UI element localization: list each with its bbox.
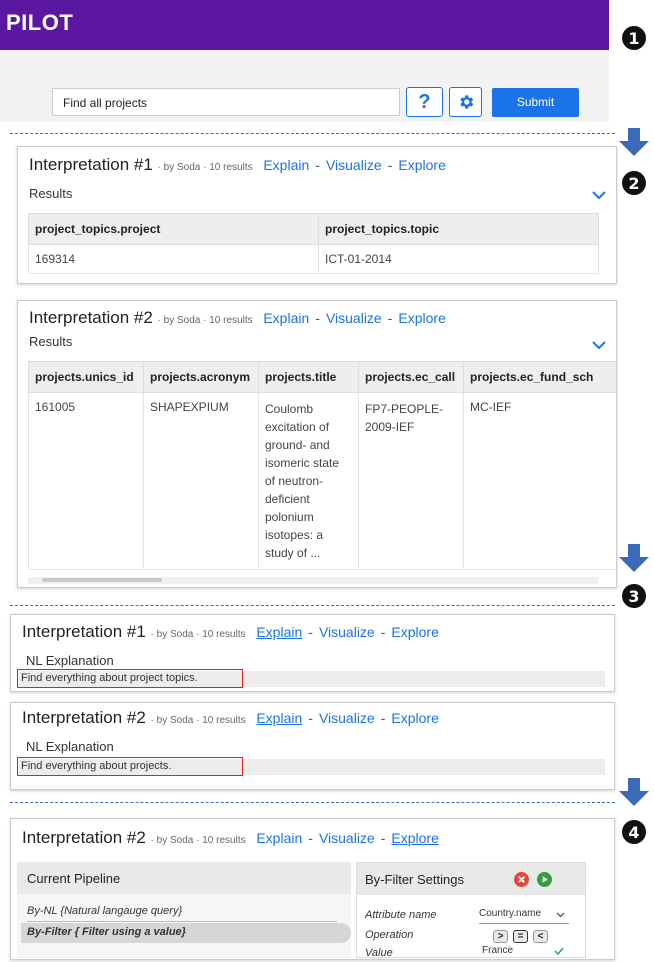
author-label: by Soda bbox=[156, 715, 194, 726]
result-count: 10 results bbox=[202, 835, 246, 846]
chevron-down-icon[interactable] bbox=[592, 341, 606, 350]
explain-link[interactable]: Explain bbox=[263, 310, 309, 326]
pipeline-title: Current Pipeline bbox=[27, 871, 121, 886]
operator-equal-button[interactable]: = bbox=[513, 930, 528, 943]
submit-button[interactable]: Submit bbox=[492, 88, 579, 117]
run-icon[interactable] bbox=[537, 872, 552, 887]
results-label: Results bbox=[29, 186, 73, 201]
help-button[interactable]: ? bbox=[406, 87, 443, 117]
table-row: 169314 ICT-01-2014 bbox=[28, 244, 599, 274]
attribute-name-label: Attribute name bbox=[365, 909, 437, 921]
results-label: Results bbox=[29, 334, 73, 349]
settings-button[interactable] bbox=[449, 87, 482, 117]
author-label: by Soda bbox=[156, 835, 194, 846]
visualize-link[interactable]: Visualize bbox=[326, 310, 382, 326]
app-header: PILOT bbox=[0, 0, 609, 50]
interpretation-card-2: Interpretation #2 · by Soda · 10 results… bbox=[17, 300, 617, 588]
step-badge-2: 2 bbox=[622, 171, 646, 195]
explore-link[interactable]: Explore bbox=[391, 830, 438, 846]
interpretation-title: Interpretation #1 bbox=[22, 622, 146, 641]
current-pipeline-panel: Current Pipeline By-NL {Natural langauge… bbox=[17, 862, 351, 958]
visualize-link[interactable]: Visualize bbox=[319, 830, 375, 846]
explain-link[interactable]: Explain bbox=[256, 830, 302, 846]
table-cell: Coulomb excitation of ground- and isomer… bbox=[258, 392, 359, 570]
pipeline-step-filter[interactable]: By-Filter { Filter using a value} bbox=[27, 926, 186, 938]
column-header[interactable]: projects.title bbox=[258, 361, 359, 393]
step-badge-3: 3 bbox=[622, 584, 646, 608]
explanation-card-2: Interpretation #2 · by Soda · 10 results… bbox=[10, 702, 615, 790]
results-table: projects.unics_id projects.acronym proje… bbox=[28, 361, 616, 570]
explain-link[interactable]: Explain bbox=[256, 624, 302, 640]
operator-greater-button[interactable]: > bbox=[493, 930, 508, 943]
interpretation-title: Interpretation #2 bbox=[22, 828, 146, 847]
section-divider bbox=[10, 133, 615, 134]
scrollbar-thumb[interactable] bbox=[42, 578, 162, 582]
arrow-down-icon bbox=[619, 778, 649, 806]
operation-label: Operation bbox=[365, 929, 414, 941]
table-cell: SHAPEXPIUM bbox=[143, 392, 259, 570]
explore-link[interactable]: Explore bbox=[391, 710, 438, 726]
check-icon bbox=[554, 947, 564, 955]
author-label: by Soda bbox=[163, 315, 201, 326]
section-divider bbox=[10, 605, 615, 606]
interpretation-card-1: Interpretation #1 · by Soda · 10 results… bbox=[17, 146, 617, 284]
table-cell: ICT-01-2014 bbox=[318, 244, 599, 274]
nl-explanation-label: NL Explanation bbox=[26, 653, 114, 668]
column-header[interactable]: project_topics.project bbox=[28, 213, 319, 245]
explore-link[interactable]: Explore bbox=[398, 157, 445, 173]
explain-link[interactable]: Explain bbox=[263, 157, 309, 173]
table-row: 161005 SHAPEXPIUM Coulomb excitation of … bbox=[28, 392, 616, 570]
author-label: by Soda bbox=[163, 162, 201, 173]
chevron-down-icon[interactable] bbox=[592, 191, 606, 200]
app-logo: PILOT bbox=[6, 10, 74, 35]
nl-explanation-text: Find everything about projects. bbox=[17, 757, 243, 776]
interpretation-title: Interpretation #1 bbox=[29, 155, 153, 174]
horizontal-scrollbar[interactable] bbox=[28, 577, 598, 584]
section-divider bbox=[10, 802, 615, 803]
close-icon[interactable] bbox=[514, 872, 529, 887]
result-count: 10 results bbox=[209, 162, 253, 173]
column-header[interactable]: projects.ec_fund_sch bbox=[463, 361, 616, 393]
table-cell: 161005 bbox=[28, 392, 144, 570]
column-header[interactable]: project_topics.topic bbox=[318, 213, 599, 245]
visualize-link[interactable]: Visualize bbox=[319, 624, 375, 640]
value-input[interactable]: France bbox=[482, 945, 513, 956]
visualize-link[interactable]: Visualize bbox=[319, 710, 375, 726]
explain-link[interactable]: Explain bbox=[256, 710, 302, 726]
explore-link[interactable]: Explore bbox=[398, 310, 445, 326]
step-badge-4: 4 bbox=[622, 820, 646, 844]
author-label: by Soda bbox=[156, 629, 194, 640]
explanation-card-1: Interpretation #1 · by Soda · 10 results… bbox=[10, 614, 615, 692]
column-header[interactable]: projects.acronym bbox=[143, 361, 259, 393]
arrow-down-icon bbox=[619, 544, 649, 572]
table-cell: FP7-PEOPLE-2009-IEF bbox=[358, 392, 464, 570]
table-cell: 169314 bbox=[28, 244, 319, 274]
attribute-name-select[interactable]: Country.name bbox=[479, 908, 541, 919]
chevron-down-icon[interactable] bbox=[556, 912, 565, 918]
nl-explanation-label: NL Explanation bbox=[26, 739, 114, 754]
step-badge-1: 1 bbox=[622, 26, 646, 50]
arrow-down-icon bbox=[619, 128, 649, 156]
search-input[interactable]: Find all projects bbox=[52, 88, 400, 116]
table-cell: MC-IEF bbox=[463, 392, 616, 570]
visualize-link[interactable]: Visualize bbox=[326, 157, 382, 173]
pipeline-step-nl[interactable]: By-NL {Natural langauge query} bbox=[27, 905, 182, 917]
column-header[interactable]: projects.ec_call bbox=[358, 361, 464, 393]
gear-icon bbox=[459, 95, 473, 109]
value-label: Value bbox=[365, 947, 393, 959]
column-header[interactable]: projects.unics_id bbox=[28, 361, 144, 393]
result-count: 10 results bbox=[202, 715, 246, 726]
interpretation-title: Interpretation #2 bbox=[22, 708, 146, 727]
operator-less-button[interactable]: < bbox=[533, 930, 548, 943]
result-count: 10 results bbox=[202, 629, 246, 640]
explore-link[interactable]: Explore bbox=[391, 624, 438, 640]
results-table: project_topics.project project_topics.to… bbox=[28, 213, 599, 274]
filter-settings-panel: By-Filter Settings Attribute name Countr… bbox=[356, 862, 586, 959]
result-count: 10 results bbox=[209, 315, 253, 326]
interpretation-title: Interpretation #2 bbox=[29, 308, 153, 327]
nl-explanation-text: Find everything about project topics. bbox=[17, 669, 243, 688]
